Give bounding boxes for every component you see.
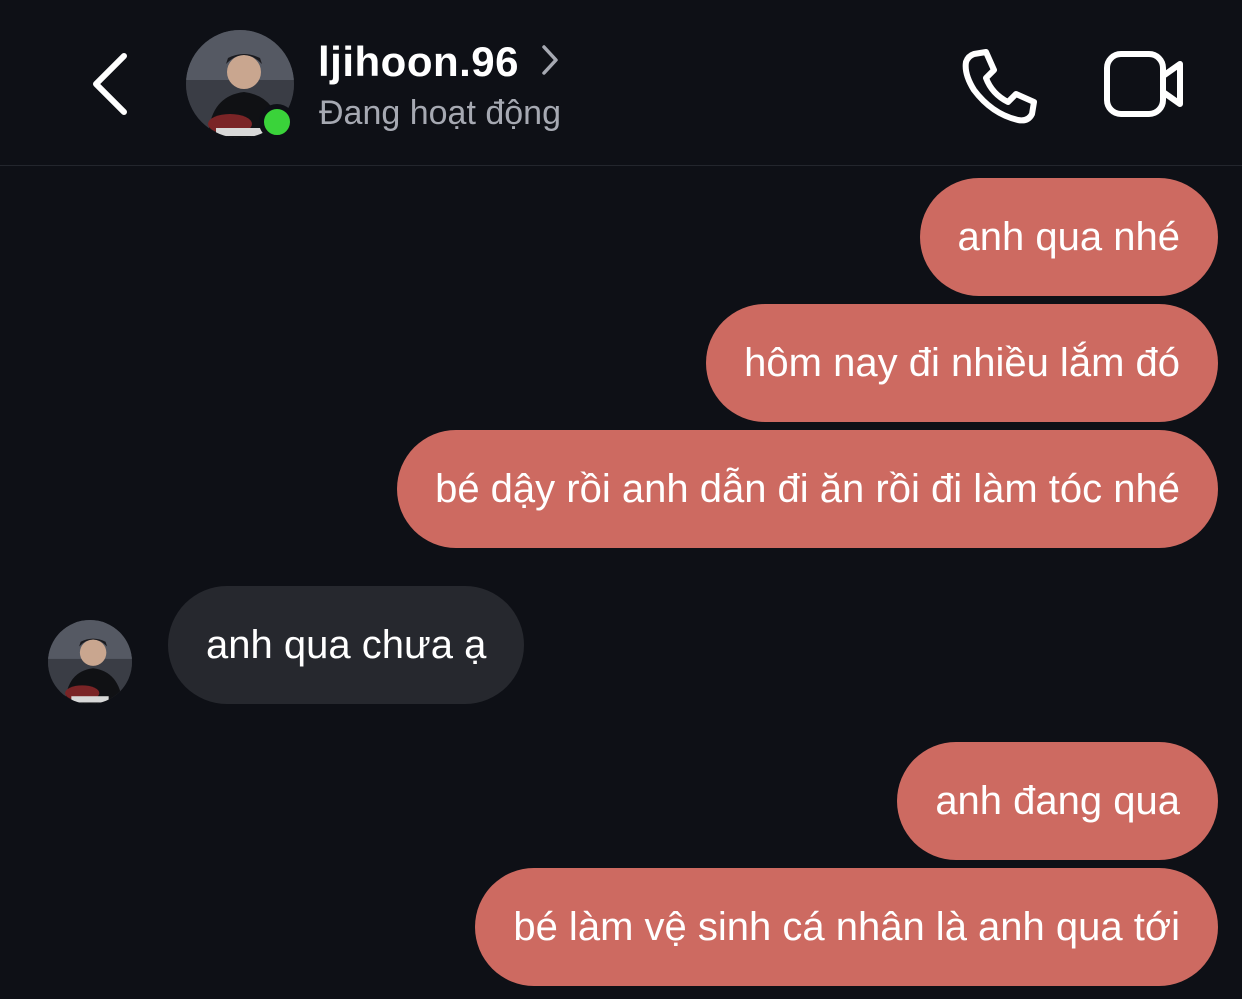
message-text: bé dậy rồi anh dẫn đi ăn rồi đi làm tóc …: [435, 467, 1180, 511]
message-text: hôm nay đi nhiều lắm đó: [744, 341, 1180, 385]
video-camera-icon: [1104, 51, 1183, 117]
online-status-indicator: [259, 104, 295, 140]
back-button[interactable]: [80, 44, 140, 124]
activity-status: Đang hoạt động: [319, 94, 561, 132]
username: ljihoon.96: [318, 38, 520, 85]
chevron-right-icon: [541, 38, 559, 86]
phone-icon: [962, 49, 1037, 124]
chevron-left-icon: [93, 53, 127, 115]
profile-name-button[interactable]: ljihoon.96: [318, 38, 559, 86]
message-text: anh qua chưa ạ: [206, 623, 487, 667]
sender-avatar[interactable]: [48, 620, 132, 704]
outgoing-message-bubble[interactable]: anh qua nhé: [919, 178, 1218, 296]
message-text: bé làm vệ sinh cá nhân là anh qua tới: [513, 905, 1180, 949]
message-text: anh qua nhé: [957, 215, 1180, 259]
avatar-image: [48, 620, 132, 704]
video-call-button[interactable]: [1102, 46, 1188, 122]
chat-header: ljihoon.96 Đang hoạt động: [0, 0, 1242, 166]
outgoing-message-bubble[interactable]: bé làm vệ sinh cá nhân là anh qua tới: [475, 868, 1218, 986]
outgoing-message-bubble[interactable]: hôm nay đi nhiều lắm đó: [706, 304, 1218, 422]
message-text: anh đang qua: [935, 779, 1180, 823]
voice-call-button[interactable]: [958, 46, 1042, 126]
incoming-message-bubble[interactable]: anh qua chưa ạ: [168, 586, 525, 704]
outgoing-message-bubble[interactable]: anh đang qua: [897, 742, 1218, 860]
outgoing-message-bubble[interactable]: bé dậy rồi anh dẫn đi ăn rồi đi làm tóc …: [397, 430, 1218, 548]
